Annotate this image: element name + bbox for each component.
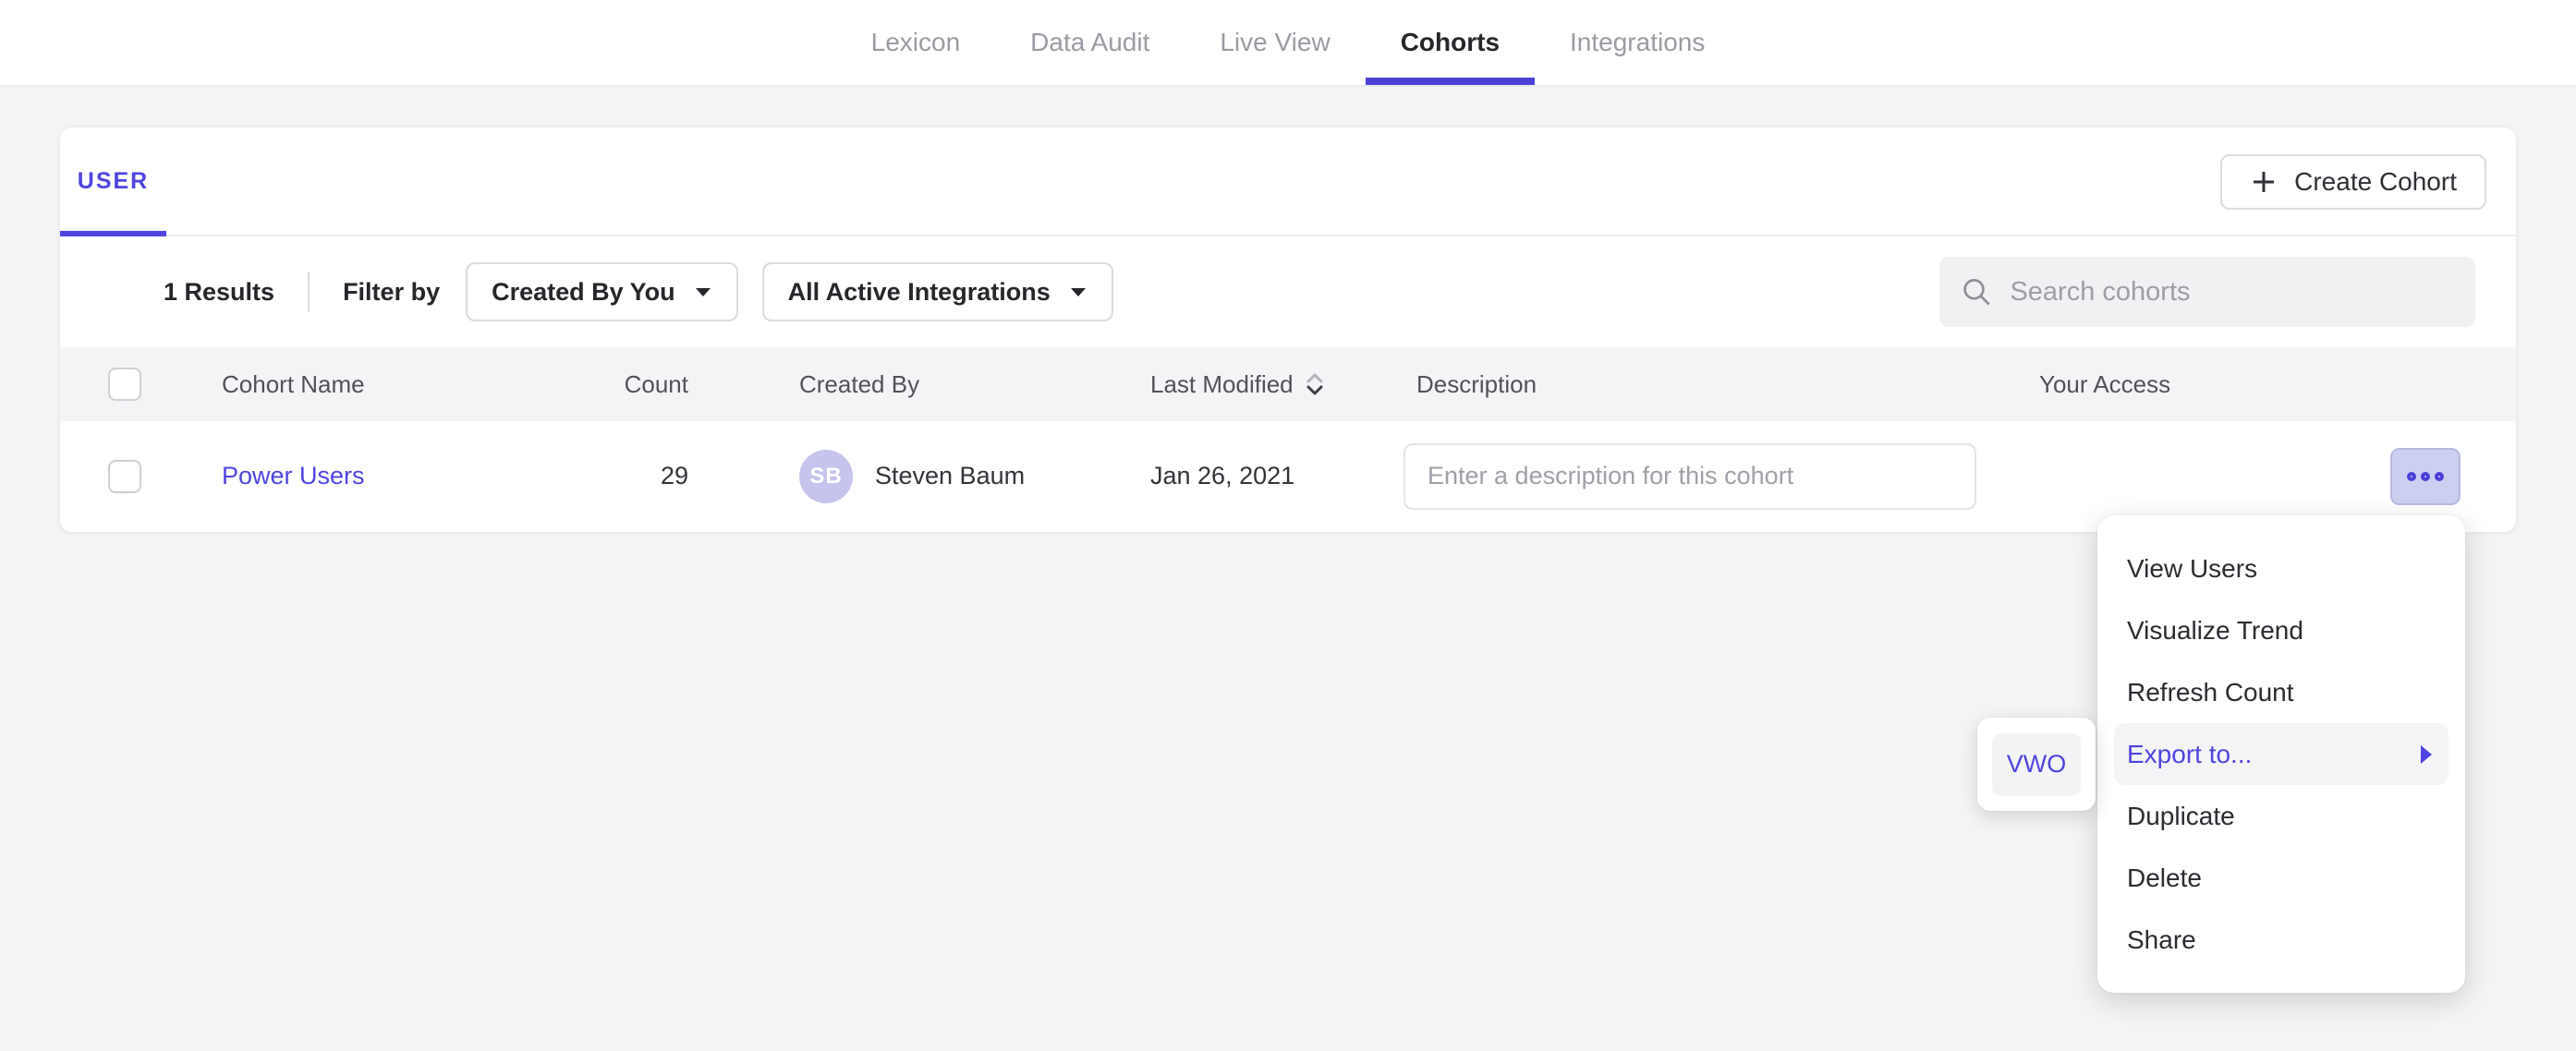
row-checkbox-cell (60, 460, 222, 493)
column-header-cohort-name: Cohort Name (222, 370, 605, 399)
menu-item-delete[interactable]: Delete (2097, 847, 2465, 909)
row-actions-cell (2037, 448, 2516, 505)
active-tab-underline (1366, 78, 1535, 85)
column-header-count: Count (605, 370, 707, 399)
export-submenu: VWO (1977, 718, 2096, 811)
menu-item-visualize-trend[interactable]: Visualize Trend (2097, 599, 2465, 661)
avatar: SB (799, 450, 853, 503)
create-cohort-label: Create Cohort (2294, 167, 2457, 197)
table-header: Cohort Name Count Created By Last Modifi… (60, 347, 2516, 421)
created-by-filter-dropdown[interactable]: Created By You (466, 262, 738, 321)
menu-item-refresh-count[interactable]: Refresh Count (2097, 661, 2465, 723)
column-header-last-modified[interactable]: Last Modified (1132, 370, 1391, 399)
menu-item-share[interactable]: Share (2097, 909, 2465, 971)
search-icon (1962, 275, 1991, 308)
active-tab-underline (60, 231, 166, 236)
menu-item-duplicate[interactable]: Duplicate (2097, 785, 2465, 847)
description-input[interactable] (1403, 443, 1976, 510)
cohorts-panel: USER Create Cohort 1 Results Filter by C… (59, 127, 2517, 533)
integrations-filter-dropdown[interactable]: All Active Integrations (762, 262, 1113, 321)
cohort-type-tabs: USER Create Cohort (60, 127, 2516, 236)
nav-tab-integrations[interactable]: Integrations (1535, 0, 1740, 85)
vertical-divider (308, 272, 310, 312)
nav-tab-label: Lexicon (871, 28, 961, 57)
filter-by-label: Filter by (343, 278, 440, 307)
chevron-down-icon (694, 286, 712, 298)
search-input[interactable] (2010, 277, 2453, 308)
description-cell (1391, 443, 2037, 510)
nav-tab-lexicon[interactable]: Lexicon (836, 0, 996, 85)
filter-bar: 1 Results Filter by Created By You All A… (60, 236, 2516, 347)
chevron-down-icon (1069, 286, 1088, 298)
nav-tab-cohorts[interactable]: Cohorts (1366, 0, 1535, 85)
nav-tab-label: Integrations (1570, 28, 1705, 57)
ellipsis-icon (2421, 472, 2430, 481)
submenu-arrow-icon (2420, 744, 2434, 765)
cohort-count: 29 (605, 462, 707, 490)
tab-user-label: USER (78, 168, 149, 195)
column-header-your-access: Your Access (2037, 370, 2516, 399)
integrations-filter-value: All Active Integrations (788, 278, 1051, 307)
created-by-filter-value: Created By You (492, 278, 675, 307)
search-box (1939, 257, 2475, 327)
row-actions-menu: View Users Visualize Trend Refresh Count… (2097, 515, 2465, 993)
created-by-cell: SB Steven Baum (707, 450, 1132, 503)
nav-tab-label: Live View (1220, 28, 1330, 57)
row-checkbox[interactable] (108, 460, 141, 493)
nav-tab-live-view[interactable]: Live View (1185, 0, 1365, 85)
column-header-created-by: Created By (707, 370, 1132, 399)
sort-icon (1305, 371, 1325, 397)
nav-tab-label: Cohorts (1401, 28, 1500, 57)
create-cohort-button[interactable]: Create Cohort (2220, 154, 2486, 210)
column-header-label: Last Modified (1150, 370, 1294, 399)
menu-item-export-to[interactable]: Export to... (2114, 723, 2448, 785)
last-modified-date: Jan 26, 2021 (1132, 462, 1391, 490)
cohort-name-link[interactable]: Power Users (222, 462, 365, 489)
menu-item-label: Export to... (2127, 740, 2252, 769)
select-all-checkbox[interactable] (108, 368, 141, 401)
tab-user[interactable]: USER (60, 127, 166, 235)
ellipsis-icon (2407, 472, 2416, 481)
menu-item-view-users[interactable]: View Users (2097, 538, 2465, 599)
cohort-name-cell: Power Users (222, 462, 605, 490)
nav-tab-data-audit[interactable]: Data Audit (995, 0, 1185, 85)
submenu-item-vwo[interactable]: VWO (1992, 733, 2081, 796)
created-by-name: Steven Baum (875, 462, 1025, 490)
ellipsis-icon (2435, 472, 2444, 481)
top-bar: Lexicon Data Audit Live View Cohorts Int… (0, 0, 2576, 87)
column-header-description: Description (1391, 370, 2037, 399)
nav-tab-label: Data Audit (1030, 28, 1149, 57)
plus-icon (2250, 168, 2278, 196)
top-navigation: Lexicon Data Audit Live View Cohorts Int… (836, 0, 1741, 85)
header-checkbox-cell (60, 368, 222, 401)
row-actions-button[interactable] (2390, 448, 2461, 505)
results-count: 1 Results (164, 278, 274, 307)
